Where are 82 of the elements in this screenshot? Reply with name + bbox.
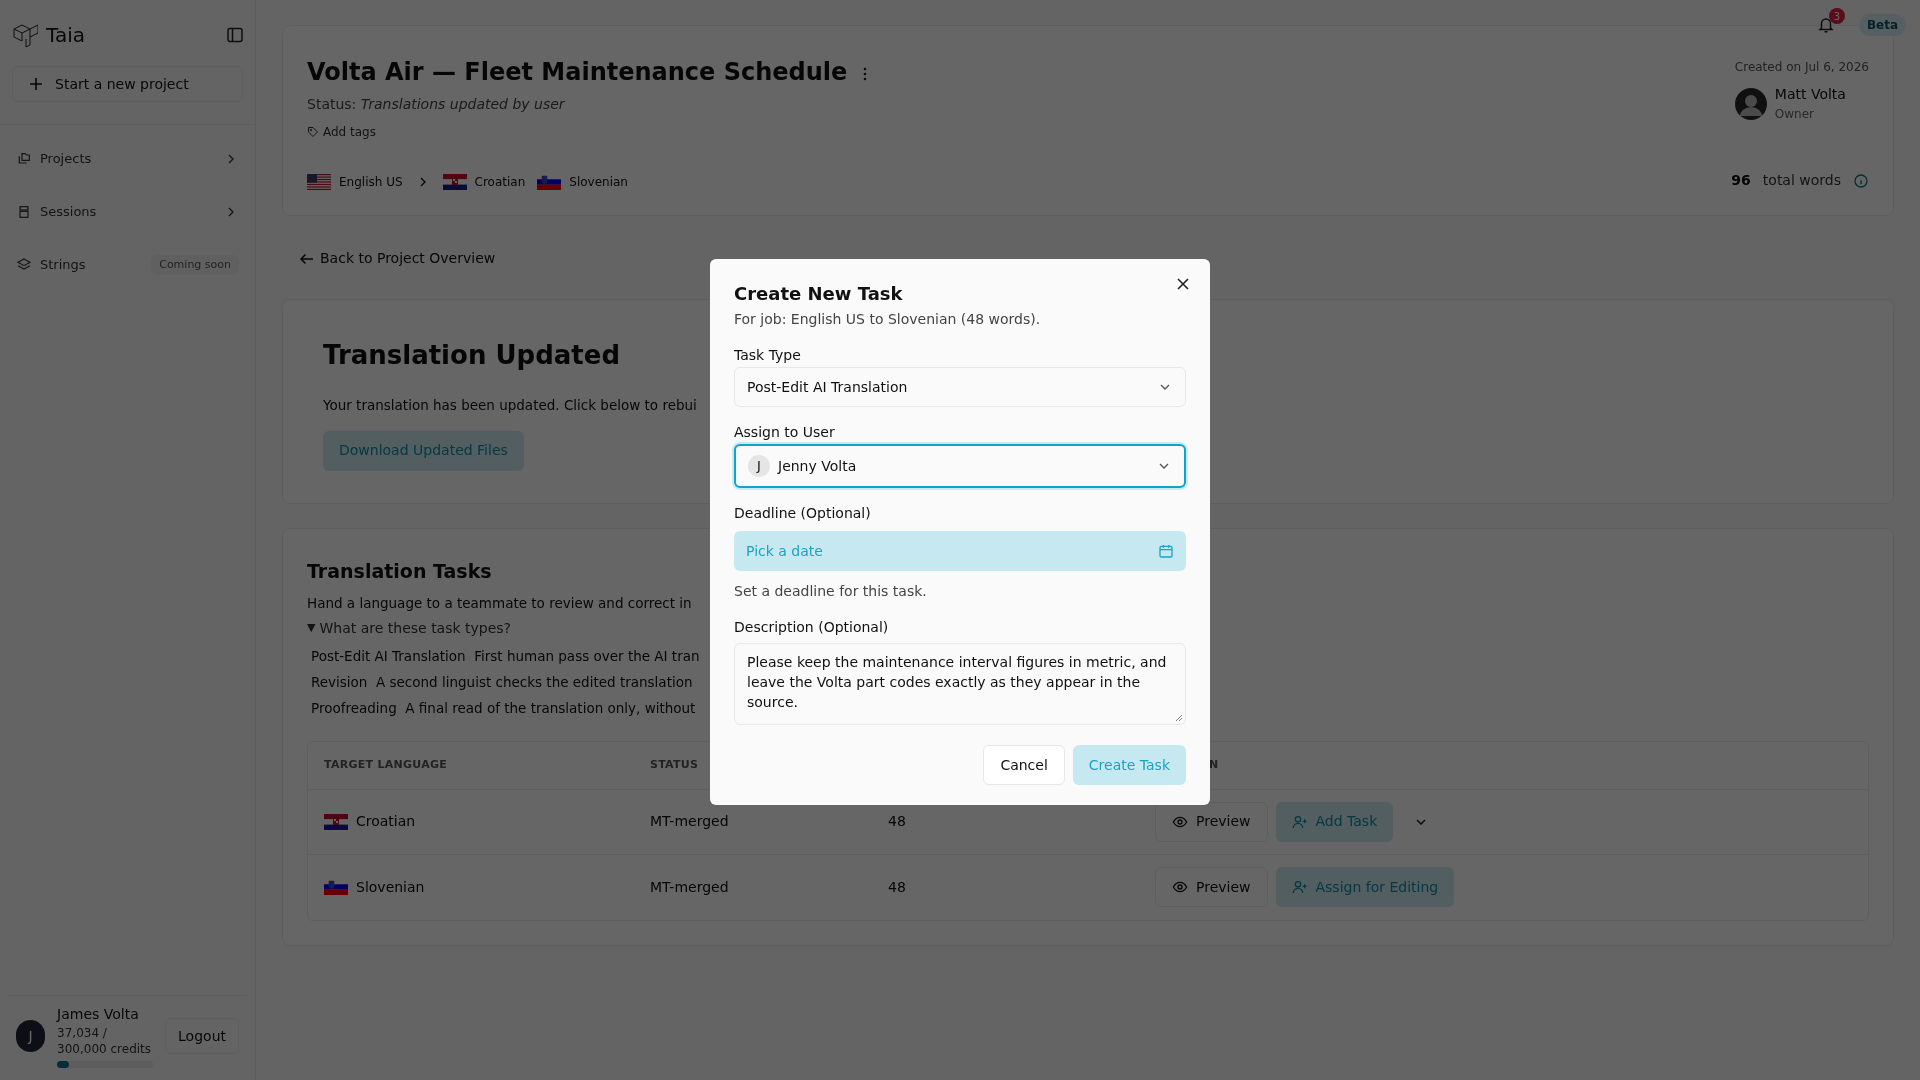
user-avatar: J (16, 1020, 46, 1052)
word-count-cell: 48 (888, 878, 906, 895)
status-cell: MT-merged (650, 878, 729, 895)
logout-button[interactable]: Logout (165, 1018, 239, 1054)
description-field[interactable]: Please keep the maintenance interval figures in metric, and leave the Volta part codes exactly as they appear in the source. (734, 643, 1186, 725)
tasks-title: Translation Tasks (307, 558, 492, 584)
owner-role: Owner (1774, 106, 1815, 123)
user-plus-icon (1291, 879, 1308, 895)
eye-icon (1172, 879, 1188, 895)
created-date: Created on Jul 6, 2026 (1734, 59, 1869, 76)
date-picker-field[interactable]: Pick a date (734, 531, 1186, 571)
source-language: English US (339, 174, 403, 191)
help-toggle[interactable]: What are these task types? (319, 617, 512, 639)
preview-button[interactable]: Preview (1155, 801, 1268, 842)
flag-icon (442, 174, 467, 190)
beta-badge: Beta (1858, 14, 1906, 36)
field-label: Deadline (Optional) (734, 505, 872, 521)
deadline-hint: Set a deadline for this task. (734, 582, 928, 601)
language-cell-text: Croatian (356, 812, 416, 831)
assign-button[interactable]: Assign for Editing (1275, 867, 1455, 907)
project-title: Volta Air — Fleet Maintenance Schedule (307, 57, 848, 88)
flag-icon (307, 174, 331, 190)
add-tags-button[interactable]: Add tags (307, 123, 868, 141)
status-cell: MT-merged (650, 813, 729, 829)
more-options-icon[interactable] (863, 67, 868, 81)
word-count-cell: 48 (888, 813, 906, 829)
user-name: James Volta (57, 1005, 140, 1024)
selected-user: Jenny Volta (778, 456, 858, 476)
field-label: Assign to User (734, 424, 836, 440)
new-project-button[interactable]: Start a new project (12, 66, 243, 102)
download-button[interactable]: Download Updated Files (323, 430, 524, 471)
word-count: 96 (1731, 171, 1751, 190)
owner-name: Matt Volta (1774, 85, 1846, 104)
cancel-button[interactable]: Cancel (983, 745, 1065, 785)
task-type-definition: Post-Edit AI Translation First human pass over the AI tran (311, 646, 700, 666)
resize-handle-icon[interactable] (1175, 714, 1183, 722)
field-label: Task Type (734, 347, 802, 363)
create-task-button[interactable]: Create Task (1072, 745, 1186, 785)
assign-button[interactable]: Add Task (1275, 801, 1394, 842)
assign-user-select[interactable]: J Jenny Volta (734, 444, 1186, 488)
target-language: Croatian (474, 174, 526, 191)
dialog-subtitle: For job: English US to Slovenian (48 words). (734, 310, 1042, 329)
flag-icon (324, 813, 348, 830)
tag-icon (307, 126, 319, 138)
sidebar-item[interactable]: Sessions (0, 194, 255, 230)
task-type-select[interactable]: Post-Edit AI Translation (734, 367, 1186, 407)
update-text: Your translation has been updated. Click below to rebui (323, 395, 697, 415)
task-type-definition: Proofreading A final read of the translation only, without (311, 698, 696, 718)
column-header: STATUS (650, 757, 699, 771)
sidebar-item[interactable]: Projects (0, 141, 255, 177)
user-initial-avatar: J (748, 455, 770, 477)
sidebar-item[interactable]: Strings Coming soon (0, 247, 255, 283)
credits-text: 37,034 / 300,000 credits (57, 1025, 153, 1057)
notification-bell-icon[interactable] (1816, 16, 1835, 34)
disclosure-triangle[interactable]: ▼ (307, 619, 316, 637)
calendar-icon (1158, 543, 1174, 559)
back-link[interactable]: Back to Project Overview (298, 248, 496, 269)
sidebar-toggle-icon[interactable] (227, 27, 243, 43)
column-header: TARGET LANGUAGE (324, 757, 448, 771)
target-language: Slovenian (569, 174, 628, 191)
preview-button[interactable]: Preview (1155, 867, 1268, 907)
dialog-title: Create New Task (734, 283, 904, 305)
close-icon (1176, 277, 1190, 291)
plus-icon (29, 77, 43, 91)
info-icon[interactable] (1853, 172, 1869, 189)
project-status: Status: Translations updated by user (307, 95, 566, 114)
update-title: Translation Updated (323, 338, 620, 372)
flag-icon (537, 174, 562, 190)
notification-count: 3 (1828, 8, 1845, 24)
task-type-definition: Revision A second linguist checks the edited translation (311, 672, 693, 692)
brand-name: Taia (46, 22, 85, 49)
folders-icon (16, 151, 32, 167)
coming-soon-badge: Coming soon (151, 254, 239, 276)
user-plus-icon (1291, 813, 1308, 830)
language-cell-text: Slovenian (356, 877, 425, 897)
owner-avatar (1734, 87, 1767, 120)
column-header: N (1209, 757, 1219, 771)
word-count-label: total words (1762, 171, 1841, 190)
flag-icon (324, 879, 348, 895)
sessions-icon (16, 204, 32, 220)
tasks-intro: Hand a language to a teammate to review and correct in (307, 594, 692, 614)
field-label: Description (Optional) (734, 619, 890, 635)
